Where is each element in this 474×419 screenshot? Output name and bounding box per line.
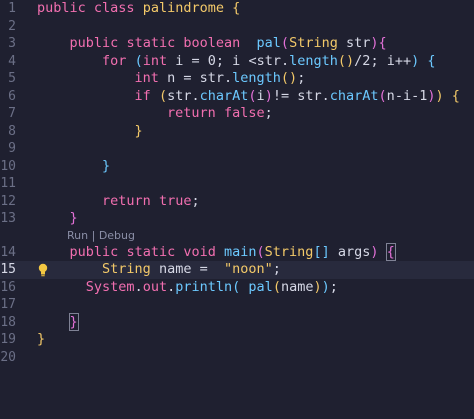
line-number: 4 [8,53,16,69]
code-line[interactable]: 5 int n = str.length(); [0,70,474,88]
line-number: 18 [0,314,16,330]
line-number: 17 [0,297,16,312]
code-line[interactable]: 17 [0,296,474,314]
code-text: if (str.charAt(i)!= str.charAt(n-i-1)) { [134,87,460,104]
line-number: 8 [8,123,16,139]
code-text: public static void main(String[] args) { [69,242,396,261]
line-number: 15 [0,262,16,277]
code-line[interactable]: 2 [0,18,474,36]
debug-codelens-link[interactable]: Debug [99,229,135,242]
line-number: 20 [0,349,16,365]
code-text: } [102,157,111,174]
code-text: System.out.println( pal(name)); [85,278,338,295]
code-line[interactable]: 7 return false; [0,105,474,123]
code-line[interactable]: 11 [0,175,474,193]
code-text: public class palindrome { [37,0,241,16]
line-number: 19 [0,332,16,347]
line-number: 14 [0,244,16,260]
line-number: 11 [0,176,16,191]
code-line[interactable]: 18 } [0,312,474,332]
code-text: String name = "noon"; [102,261,281,277]
line-number: 16 [0,279,16,295]
code-line[interactable]: 16 System.out.println( pal(name)); [0,279,474,297]
code-line-active[interactable]: 15 String name = "noon"; [0,261,474,279]
code-line[interactable]: 14 public static void main(String[] args… [0,242,474,262]
code-line[interactable]: 9 [0,140,474,158]
code-line[interactable]: 13 } [0,210,474,228]
code-text: } [134,122,143,139]
code-text: public static boolean pal(String str){ [69,35,387,51]
line-number: 10 [0,158,16,174]
code-line[interactable]: 3 public static boolean pal(String str){ [0,35,474,53]
code-text: } [69,210,78,226]
line-number: 1 [8,1,16,16]
code-line[interactable]: 8 } [0,123,474,141]
codelens: Run | Debug [0,228,474,244]
line-number: 6 [8,88,16,104]
line-number: 5 [8,71,16,86]
line-number: 7 [8,106,16,121]
code-line[interactable]: 1 public class palindrome { [0,0,474,18]
code-line[interactable]: 20 [0,349,474,367]
code-text: for (int i = 0; i <str.length()/2; i++) … [102,52,436,69]
code-text: return false; [167,105,273,121]
code-line[interactable]: 10 } [0,158,474,176]
code-line[interactable]: 4 for (int i = 0; i <str.length()/2; i++… [0,53,474,71]
line-number: 12 [0,193,16,209]
line-number: 3 [8,36,16,51]
line-number: 13 [0,211,16,226]
code-line[interactable]: 12 return true; [0,193,474,211]
line-number: 9 [8,141,16,156]
codelens-separator: | [91,228,96,242]
code-text: return true; [102,192,200,209]
line-number: 2 [8,18,16,34]
code-text: int n = str.length(); [134,70,306,86]
code-line[interactable]: 19 } [0,331,474,349]
code-text: } [37,331,46,347]
code-editor[interactable]: 1 public class palindrome { 2 3 public s… [0,0,474,395]
code-line[interactable]: 6 if (str.charAt(i)!= str.charAt(n-i-1))… [0,88,474,106]
run-codelens-link[interactable]: Run [67,229,88,242]
code-text: } [68,312,79,331]
